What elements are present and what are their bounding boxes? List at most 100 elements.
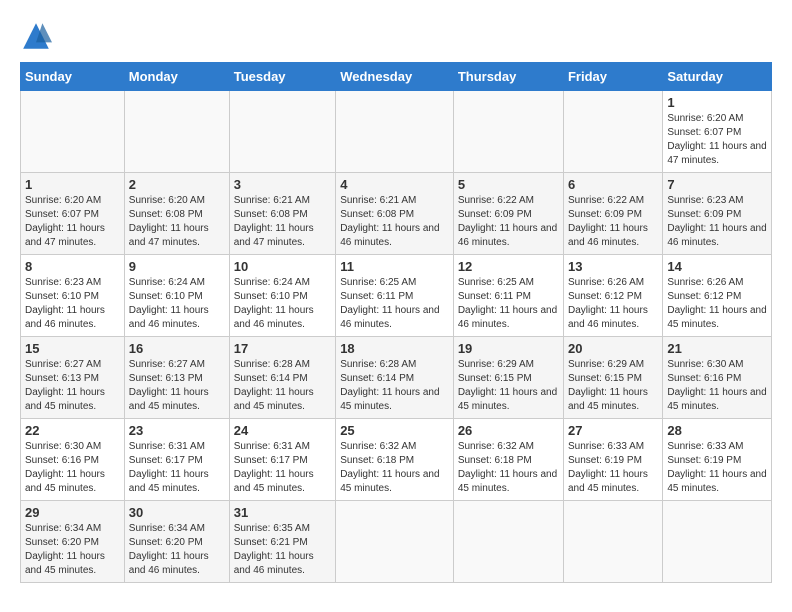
- calendar-cell: 8 Sunrise: 6:23 AMSunset: 6:10 PMDaylight…: [21, 255, 125, 337]
- logo: [20, 20, 56, 52]
- day-info: Sunrise: 6:21 AMSunset: 6:08 PMDaylight:…: [234, 194, 331, 250]
- calendar-cell: 11 Sunrise: 6:25 AMSunset: 6:11 PMDayligh…: [336, 255, 454, 337]
- day-info: Sunrise: 6:24 AMSunset: 6:10 PMDaylight:…: [234, 276, 331, 332]
- calendar-body: 1 Sunrise: 6:20 AMSunset: 6:07 PMDaylight…: [21, 91, 772, 583]
- day-number: 16: [129, 341, 225, 356]
- day-number: 3: [234, 177, 331, 192]
- day-number: 5: [458, 177, 559, 192]
- calendar-cell: 12 Sunrise: 6:25 AMSunset: 6:11 PMDayligh…: [453, 255, 563, 337]
- calendar-cell: 19Sunrise: 6:29 AMSunset: 6:15 PMDayligh…: [453, 337, 563, 419]
- calendar-cell: 1Sunrise: 6:20 AMSunset: 6:07 PMDaylight…: [663, 91, 772, 173]
- calendar-cell: [124, 91, 229, 173]
- day-info: Sunrise: 6:25 AMSunset: 6:11 PMDaylight:…: [458, 276, 559, 332]
- calendar-table: SundayMondayTuesdayWednesdayThursdayFrid…: [20, 62, 772, 583]
- calendar-cell: 29Sunrise: 6:34 AMSunset: 6:20 PMDayligh…: [21, 501, 125, 583]
- day-number: 18: [340, 341, 449, 356]
- week-row-0: 1Sunrise: 6:20 AMSunset: 6:07 PMDaylight…: [21, 91, 772, 173]
- day-info: Sunrise: 6:24 AMSunset: 6:10 PMDaylight:…: [129, 276, 225, 332]
- day-info: Sunrise: 6:34 AMSunset: 6:20 PMDaylight:…: [129, 522, 225, 578]
- calendar-cell: 10 Sunrise: 6:24 AMSunset: 6:10 PMDayligh…: [229, 255, 335, 337]
- calendar-cell: [453, 91, 563, 173]
- day-number: 2: [129, 177, 225, 192]
- day-number: 23: [129, 423, 225, 438]
- day-number: 28: [667, 423, 767, 438]
- calendar-cell: 22Sunrise: 6:30 AMSunset: 6:16 PMDayligh…: [21, 419, 125, 501]
- calendar-cell: 21 Sunrise: 6:30 AMSunset: 6:16 PMDayligh…: [663, 337, 772, 419]
- week-row-4: 22Sunrise: 6:30 AMSunset: 6:16 PMDayligh…: [21, 419, 772, 501]
- day-header-wednesday: Wednesday: [336, 63, 454, 91]
- day-info: Sunrise: 6:28 AMSunset: 6:14 PMDaylight:…: [340, 358, 449, 414]
- calendar-cell: 6Sunrise: 6:22 AMSunset: 6:09 PMDaylight…: [563, 173, 662, 255]
- day-number: 1: [25, 177, 120, 192]
- day-header-tuesday: Tuesday: [229, 63, 335, 91]
- day-number: 26: [458, 423, 559, 438]
- day-number: 12: [458, 259, 559, 274]
- calendar-cell: 7Sunrise: 6:23 AMSunset: 6:09 PMDaylight…: [663, 173, 772, 255]
- calendar-cell: 18 Sunrise: 6:28 AMSunset: 6:14 PMDayligh…: [336, 337, 454, 419]
- day-info: Sunrise: 6:31 AMSunset: 6:17 PMDaylight:…: [234, 440, 331, 496]
- calendar-cell: [336, 501, 454, 583]
- calendar-cell: [453, 501, 563, 583]
- calendar-cell: [229, 91, 335, 173]
- day-info: Sunrise: 6:35 AMSunset: 6:21 PMDaylight:…: [234, 522, 331, 578]
- calendar-cell: 3 Sunrise: 6:21 AMSunset: 6:08 PMDaylight…: [229, 173, 335, 255]
- day-number: 13: [568, 259, 658, 274]
- page-header: [20, 20, 772, 52]
- calendar-cell: 2 Sunrise: 6:20 AMSunset: 6:08 PMDaylight…: [124, 173, 229, 255]
- day-number: 10: [234, 259, 331, 274]
- day-info: Sunrise: 6:25 AMSunset: 6:11 PMDaylight:…: [340, 276, 449, 332]
- calendar-cell: [563, 91, 662, 173]
- day-number: 15: [25, 341, 120, 356]
- day-number: 8: [25, 259, 120, 274]
- day-number: 29: [25, 505, 120, 520]
- calendar-cell: 15 Sunrise: 6:27 AMSunset: 6:13 PMDayligh…: [21, 337, 125, 419]
- day-info: Sunrise: 6:21 AMSunset: 6:08 PMDaylight:…: [340, 194, 449, 250]
- calendar-cell: [663, 501, 772, 583]
- day-info: Sunrise: 6:30 AMSunset: 6:16 PMDaylight:…: [667, 358, 767, 414]
- calendar-cell: [563, 501, 662, 583]
- day-info: Sunrise: 6:30 AMSunset: 6:16 PMDaylight:…: [25, 440, 120, 496]
- calendar-cell: 23 Sunrise: 6:31 AMSunset: 6:17 PMDayligh…: [124, 419, 229, 501]
- day-number: 24: [234, 423, 331, 438]
- day-info: Sunrise: 6:20 AMSunset: 6:07 PMDaylight:…: [25, 194, 120, 250]
- logo-icon: [20, 20, 52, 52]
- calendar-cell: 27Sunrise: 6:33 AMSunset: 6:19 PMDayligh…: [563, 419, 662, 501]
- day-header-friday: Friday: [563, 63, 662, 91]
- day-info: Sunrise: 6:28 AMSunset: 6:14 PMDaylight:…: [234, 358, 331, 414]
- calendar-cell: [21, 91, 125, 173]
- day-info: Sunrise: 6:20 AMSunset: 6:08 PMDaylight:…: [129, 194, 225, 250]
- day-info: Sunrise: 6:22 AMSunset: 6:09 PMDaylight:…: [458, 194, 559, 250]
- calendar-cell: 20 Sunrise: 6:29 AMSunset: 6:15 PMDayligh…: [563, 337, 662, 419]
- day-info: Sunrise: 6:27 AMSunset: 6:13 PMDaylight:…: [129, 358, 225, 414]
- day-number: 9: [129, 259, 225, 274]
- calendar-cell: 13 Sunrise: 6:26 AMSunset: 6:12 PMDayligh…: [563, 255, 662, 337]
- day-info: Sunrise: 6:32 AMSunset: 6:18 PMDaylight:…: [458, 440, 559, 496]
- day-info: Sunrise: 6:26 AMSunset: 6:12 PMDaylight:…: [568, 276, 658, 332]
- day-header-monday: Monday: [124, 63, 229, 91]
- day-info: Sunrise: 6:22 AMSunset: 6:09 PMDaylight:…: [568, 194, 658, 250]
- day-info: Sunrise: 6:31 AMSunset: 6:17 PMDaylight:…: [129, 440, 225, 496]
- day-number: 11: [340, 259, 449, 274]
- calendar-cell: 14Sunrise: 6:26 AMSunset: 6:12 PMDayligh…: [663, 255, 772, 337]
- calendar-cell: 25Sunrise: 6:32 AMSunset: 6:18 PMDayligh…: [336, 419, 454, 501]
- day-info: Sunrise: 6:29 AMSunset: 6:15 PMDaylight:…: [568, 358, 658, 414]
- day-number: 21: [667, 341, 767, 356]
- week-row-5: 29 Sunrise: 6:34 AMSunset: 6:20 PMDayligh…: [21, 501, 772, 583]
- day-info: Sunrise: 6:32 AMSunset: 6:18 PMDaylight:…: [340, 440, 449, 496]
- day-number: 31: [234, 505, 331, 520]
- day-info: Sunrise: 6:29 AMSunset: 6:15 PMDaylight:…: [458, 358, 559, 414]
- day-info: Sunrise: 6:23 AMSunset: 6:10 PMDaylight:…: [25, 276, 120, 332]
- day-number: 4: [340, 177, 449, 192]
- day-number: 20: [568, 341, 658, 356]
- day-number: 27: [568, 423, 658, 438]
- calendar-cell: 9 Sunrise: 6:24 AMSunset: 6:10 PMDaylight…: [124, 255, 229, 337]
- calendar-cell: 5 Sunrise: 6:22 AMSunset: 6:09 PMDaylight…: [453, 173, 563, 255]
- day-info: Sunrise: 6:23 AMSunset: 6:09 PMDaylight:…: [667, 194, 767, 250]
- calendar-cell: 28 Sunrise: 6:33 AMSunset: 6:19 PMDayligh…: [663, 419, 772, 501]
- day-number: 17: [234, 341, 331, 356]
- day-header-thursday: Thursday: [453, 63, 563, 91]
- day-info: Sunrise: 6:27 AMSunset: 6:13 PMDaylight:…: [25, 358, 120, 414]
- day-info: Sunrise: 6:33 AMSunset: 6:19 PMDaylight:…: [667, 440, 767, 496]
- day-number: 14: [667, 259, 767, 274]
- calendar-cell: 24 Sunrise: 6:31 AMSunset: 6:17 PMDayligh…: [229, 419, 335, 501]
